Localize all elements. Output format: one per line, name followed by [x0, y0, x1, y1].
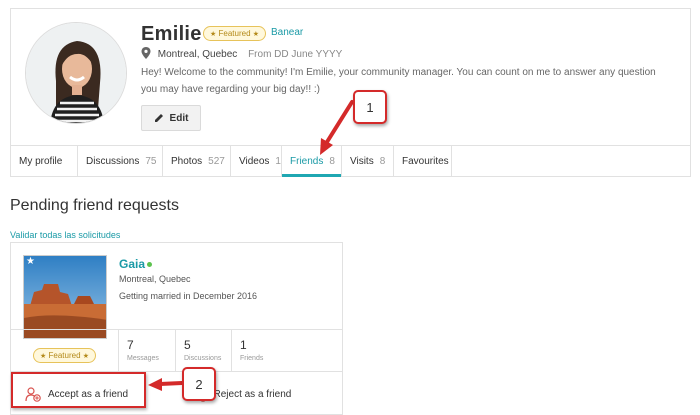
stat-number: 1	[240, 338, 247, 352]
tab-count: 8	[329, 155, 335, 167]
stat-label: Messages	[127, 355, 159, 362]
friend-wedding-date: Getting married in December 2016	[119, 291, 258, 301]
tab-count: 527	[208, 155, 225, 167]
tab-photos[interactable]: Photos 527	[163, 146, 231, 176]
featured-label: Featured	[48, 351, 81, 360]
star-icon: ★	[40, 353, 47, 360]
accept-highlight-box	[11, 372, 146, 408]
stat-label: Discussions	[184, 355, 222, 362]
profile-header: Emilie ★ Featured ★ Banear Montreal, Que…	[10, 8, 691, 177]
section-title: Pending friend requests	[10, 197, 179, 214]
stat-discussions[interactable]: 5 Discussions	[176, 330, 232, 371]
profile-from-date: From DD June YYYY	[248, 49, 343, 60]
stat-number: 7	[127, 338, 134, 352]
tab-label: Photos	[171, 155, 203, 167]
tab-label: Discussions	[86, 155, 140, 167]
tab-count: 8	[379, 155, 386, 167]
tab-label: My profile	[19, 155, 63, 167]
star-icon: ★	[82, 353, 90, 360]
star-icon: ★	[210, 31, 217, 38]
featured-label: Featured	[218, 29, 251, 38]
profile-bio: Hey! Welcome to the community! I'm Emili…	[141, 67, 656, 95]
tab-visits[interactable]: Visits 8	[342, 146, 394, 176]
friend-name[interactable]: Gaia	[119, 257, 145, 271]
tab-count: 1	[275, 155, 281, 167]
edit-label: Edit	[169, 112, 189, 124]
friend-location: Montreal, Quebec	[119, 274, 191, 284]
stat-number: 5	[184, 338, 191, 352]
tab-label: Friends	[290, 155, 324, 167]
friend-featured-badge: ★ Featured ★	[33, 348, 97, 363]
ban-link[interactable]: Banear	[271, 27, 303, 38]
star-icon: ★	[26, 256, 35, 267]
reject-label: Reject as a friend	[213, 388, 292, 400]
tab-label: Favourites	[402, 155, 449, 167]
tab-friends[interactable]: Friends 8	[282, 146, 342, 177]
profile-location-line: Montreal, Quebec From DD June YYYY	[141, 47, 342, 60]
profile-location: Montreal, Quebec	[157, 49, 238, 60]
friend-photo[interactable]: ★	[23, 255, 107, 339]
profile-avatar	[25, 22, 127, 124]
tab-count: 75	[145, 155, 157, 167]
tab-label: Videos	[239, 155, 270, 167]
profile-tabs: My profile Discussions 75 Photos 527 Vid…	[11, 145, 690, 177]
step-2-callout: 2	[182, 367, 216, 401]
star-icon: ★	[252, 31, 260, 38]
edit-profile-button[interactable]: Edit	[141, 105, 201, 131]
tab-my-profile[interactable]: My profile	[11, 146, 78, 176]
stat-friends[interactable]: 1 Friends	[232, 330, 342, 371]
pencil-icon	[154, 114, 163, 122]
stat-messages[interactable]: 7 Messages	[119, 330, 176, 371]
tab-favourites[interactable]: Favourites	[394, 146, 452, 176]
step-1-callout: 1	[353, 90, 387, 124]
tab-label: Visits	[350, 155, 374, 167]
location-pin-icon	[141, 47, 151, 59]
stat-label: Friends	[240, 355, 264, 362]
featured-badge: ★ Featured ★	[203, 26, 267, 41]
tab-discussions[interactable]: Discussions 75	[78, 146, 163, 176]
tab-videos[interactable]: Videos 1	[231, 146, 282, 176]
online-status-dot	[147, 262, 152, 267]
validate-all-link[interactable]: Validar todas las solicitudes	[10, 230, 120, 240]
profile-name: Emilie	[141, 23, 202, 45]
